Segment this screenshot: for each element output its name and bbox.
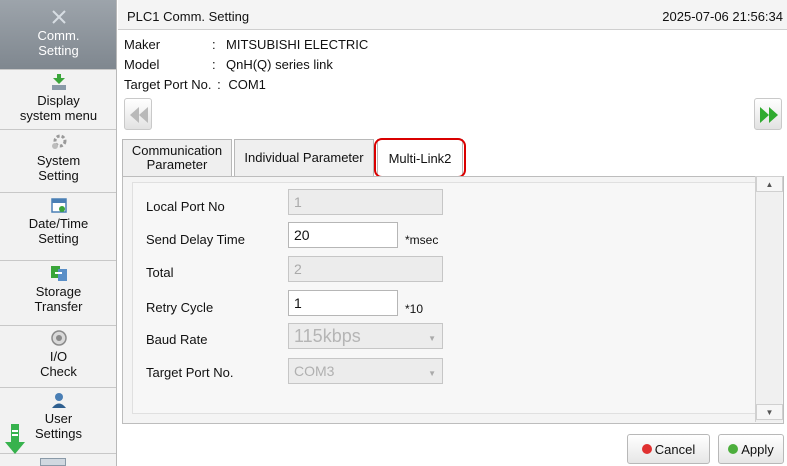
sidebar-item-date-time-setting[interactable]: Date/Time Setting [0, 193, 116, 261]
scroll-down-arrow-icon[interactable] [4, 422, 26, 456]
vertical-scrollbar[interactable]: ▲ ▼ [755, 176, 783, 422]
retry-cycle-unit: *10 [405, 302, 424, 316]
settings-form: Local Port No 1 Send Delay Time 20 *msec… [132, 182, 762, 414]
send-delay-label: Send Delay Time [146, 232, 245, 247]
model-row: Model: QnH(Q) series link [124, 57, 333, 72]
apply-button[interactable]: Apply [718, 434, 784, 464]
page-title: PLC1 Comm. Setting [127, 9, 250, 24]
send-delay-unit: *msec [405, 233, 439, 247]
tab-label: Individual Parameter [244, 150, 364, 165]
scroll-up-button[interactable]: ▲ [756, 176, 783, 192]
sidebar-item-storage-transfer[interactable]: Storage Transfer [0, 261, 116, 326]
maker-colon: : [212, 37, 216, 52]
gear-icon [51, 134, 66, 149]
tab-label: Multi-Link2 [388, 150, 452, 166]
sidebar-item-system-setting[interactable]: System Setting [0, 130, 116, 193]
send-delay-input[interactable]: 20 [288, 222, 398, 248]
sidebar-item-label: User Settings [35, 411, 82, 441]
sidebar-item-label: Date/Time Setting [28, 216, 89, 246]
download-icon [51, 74, 66, 90]
model-value: QnH(Q) series link [226, 57, 333, 72]
target-port-row: Target Port No. : COM1 [124, 77, 272, 92]
model-label: Model [124, 57, 160, 72]
baud-rate-value: 115kbps [294, 326, 361, 346]
sidebar: Comm. Setting Display system menu System… [0, 0, 117, 466]
previous-page-button[interactable] [124, 98, 152, 130]
gauge-icon [50, 330, 67, 346]
sidebar-item-display-system-menu[interactable]: Display system menu [0, 70, 116, 130]
maker-value: MITSUBISHI ELECTRIC [226, 37, 369, 52]
partial-next-icon [40, 458, 66, 466]
total-field: 2 [288, 256, 443, 282]
scroll-down-button[interactable]: ▼ [756, 404, 783, 420]
maker-row: Maker: MITSUBISHI ELECTRIC [124, 37, 368, 52]
sidebar-item-label: Comm. Setting [37, 28, 80, 58]
cancel-button[interactable]: Cancel [627, 434, 710, 464]
tab-multi-link2[interactable]: Multi-Link2 [377, 139, 463, 177]
sidebar-item-label: I/O Check [40, 349, 77, 379]
baud-rate-label: Baud Rate [146, 332, 208, 347]
target-port-colon: : [217, 77, 221, 92]
cancel-button-label: Cancel [654, 441, 696, 457]
target-port-select-value: COM3 [294, 363, 335, 379]
user-icon [51, 393, 66, 408]
network-icon [51, 10, 66, 24]
title-bar: PLC1 Comm. Setting 2025-07-06 21:56:34 [118, 0, 787, 30]
datetime-display: 2025-07-06 21:56:34 [662, 9, 783, 24]
baud-rate-select: 115kbps ▼ [288, 323, 443, 349]
target-port-select: COM3 ▼ [288, 358, 443, 384]
retry-cycle-label: Retry Cycle [146, 300, 214, 315]
calendar-icon [50, 198, 67, 213]
transfer-icon [50, 266, 67, 281]
chevron-down-icon: ▼ [428, 334, 436, 343]
local-port-field: 1 [288, 189, 443, 215]
local-port-label: Local Port No [146, 199, 225, 214]
target-port-value: COM1 [226, 77, 272, 92]
double-left-arrow-icon [130, 107, 148, 123]
tab-communication-parameter[interactable]: Communication Parameter [122, 139, 232, 176]
apply-button-label: Apply [741, 441, 774, 457]
target-port-label: Target Port No. [124, 77, 212, 92]
sidebar-item-io-check[interactable]: I/O Check [0, 326, 116, 388]
tab-individual-parameter[interactable]: Individual Parameter [234, 139, 374, 176]
retry-cycle-input[interactable]: 1 [288, 290, 398, 316]
model-colon: : [212, 57, 216, 72]
target-port-no-label: Target Port No. [146, 365, 234, 380]
sidebar-item-comm-setting[interactable]: Comm. Setting [0, 0, 116, 70]
sidebar-item-label: System Setting [36, 153, 81, 183]
cancel-icon [641, 444, 652, 454]
sidebar-item-label: Display system menu [19, 93, 98, 123]
maker-label: Maker [124, 37, 161, 52]
double-right-arrow-icon [760, 107, 778, 123]
total-label: Total [146, 265, 174, 280]
tab-label: Communication Parameter [131, 143, 223, 172]
check-icon [728, 444, 739, 454]
next-page-button[interactable] [754, 98, 782, 130]
settings-panel: Local Port No 1 Send Delay Time 20 *msec… [122, 176, 784, 424]
sidebar-item-label: Storage Transfer [34, 284, 83, 314]
chevron-down-icon: ▼ [428, 369, 436, 378]
